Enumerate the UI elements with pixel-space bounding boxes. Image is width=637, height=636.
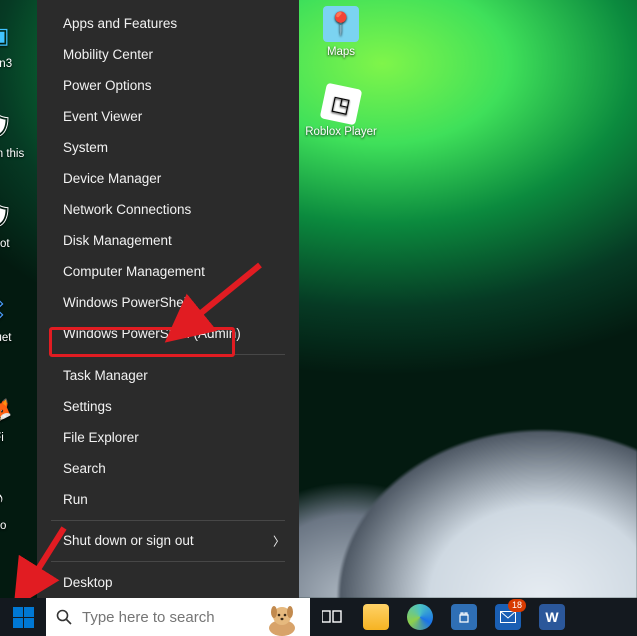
edge-icon <box>407 604 433 630</box>
winx-item-search[interactable]: Search <box>37 453 299 484</box>
start-button[interactable] <box>0 598 46 636</box>
app-icon: 🛡 <box>0 108 17 144</box>
winx-item-mobility-center[interactable]: Mobility Center <box>37 39 299 70</box>
winx-item-disk-management[interactable]: Disk Management <box>37 225 299 256</box>
desktop-icon-label: Roblox Player <box>304 126 378 138</box>
winx-item-shutdown[interactable]: Shut down or sign out 〉 <box>37 525 299 556</box>
winx-item-powershell[interactable]: Windows PowerShell <box>37 287 299 318</box>
menu-divider <box>51 354 285 355</box>
taskbar-app-file-explorer[interactable] <box>354 598 398 636</box>
taskbar-app-edge[interactable] <box>398 598 442 636</box>
winx-item-settings[interactable]: Settings <box>37 391 299 422</box>
word-icon: W <box>539 604 565 630</box>
taskbar-search[interactable] <box>46 598 310 636</box>
desktop-icon[interactable]: 🦊 Fi <box>0 392 36 444</box>
roblox-icon: ◳ <box>320 83 363 126</box>
desktop-icon[interactable]: 🛡 Prot <box>0 198 36 250</box>
bluetooth-icon: ᛒ <box>0 292 17 328</box>
winx-item-power-options[interactable]: Power Options <box>37 70 299 101</box>
winx-item-task-manager[interactable]: Task Manager <box>37 360 299 391</box>
desktop-icon[interactable]: ᛒ bluet <box>0 292 36 344</box>
winx-item-network-connections[interactable]: Network Connections <box>37 194 299 225</box>
taskbar-app-store[interactable] <box>442 598 486 636</box>
desktop-icon[interactable]: ▣ Win3 <box>0 18 36 70</box>
winx-item-powershell-admin[interactable]: Windows PowerShell (Admin) <box>37 318 299 349</box>
app-icon: ▣ <box>0 18 17 54</box>
winx-item-run[interactable]: Run <box>37 484 299 515</box>
store-icon <box>451 604 477 630</box>
desktop-icon-label: Learn this <box>0 148 36 160</box>
cortana-dog-icon <box>262 602 302 636</box>
folder-icon <box>363 604 389 630</box>
desktop-icon-label: Maps <box>304 46 378 58</box>
winx-item-device-manager[interactable]: Device Manager <box>37 163 299 194</box>
task-view-icon <box>322 609 342 625</box>
winx-menu: Apps and Features Mobility Center Power … <box>37 0 299 598</box>
app-icon: 🛡 <box>0 198 17 234</box>
desktop-icon-roblox[interactable]: ◳ Roblox Player <box>304 86 378 138</box>
mail-icon: 18 <box>495 604 521 630</box>
winx-item-apps-features[interactable]: Apps and Features <box>37 8 299 39</box>
chevron-right-icon: 〉 <box>273 532 285 549</box>
desktop-icon-label: No <box>0 520 36 532</box>
taskbar-app-mail[interactable]: 18 <box>486 598 530 636</box>
desktop-icon-label: Fi <box>0 432 36 444</box>
desktop-icon-label: bluet <box>0 332 36 344</box>
maps-icon: 📍 <box>323 6 359 42</box>
winx-item-desktop[interactable]: Desktop <box>37 567 299 598</box>
desktop-icon-label: Win3 <box>0 58 36 70</box>
app-icon: ♪ <box>0 480 17 516</box>
menu-divider <box>51 561 285 562</box>
winx-item-computer-management[interactable]: Computer Management <box>37 256 299 287</box>
winx-item-file-explorer[interactable]: File Explorer <box>37 422 299 453</box>
winx-item-event-viewer[interactable]: Event Viewer <box>37 101 299 132</box>
desktop-icon-maps[interactable]: 📍 Maps <box>304 6 378 58</box>
mail-badge: 18 <box>508 599 526 612</box>
taskbar: 18 W <box>0 598 637 636</box>
winx-item-system[interactable]: System <box>37 132 299 163</box>
firefox-icon: 🦊 <box>0 392 17 428</box>
menu-divider <box>51 520 285 521</box>
desktop-icon[interactable]: ♪ No <box>0 480 36 532</box>
search-icon <box>56 609 72 625</box>
desktop-icon-label: Prot <box>0 238 36 250</box>
task-view-button[interactable] <box>310 598 354 636</box>
taskbar-app-word[interactable]: W <box>530 598 574 636</box>
windows-logo-icon <box>13 607 34 628</box>
desktop-icon[interactable]: 🛡 Learn this <box>0 108 36 160</box>
